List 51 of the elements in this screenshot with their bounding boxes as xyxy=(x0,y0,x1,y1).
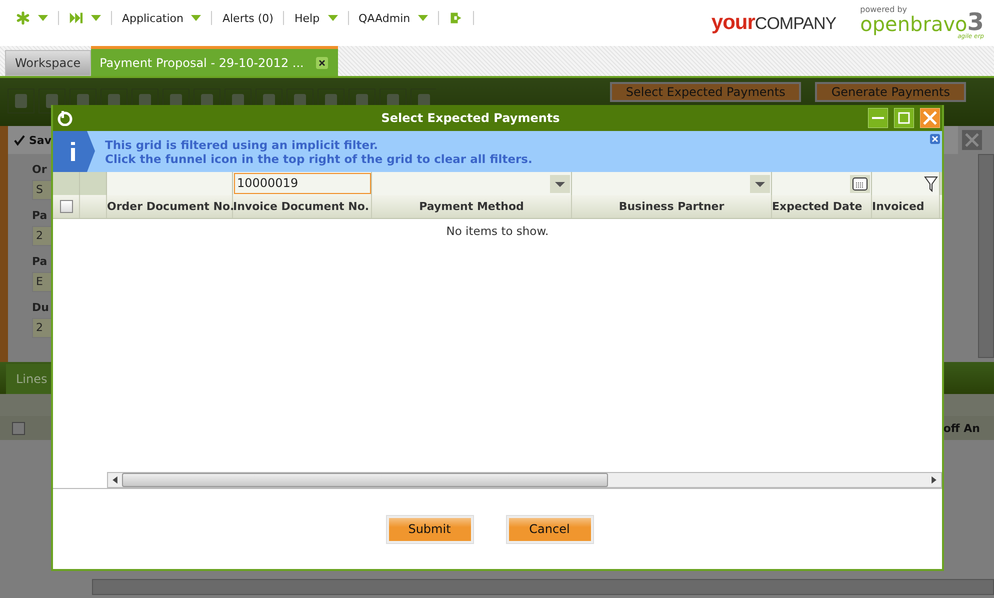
scrollbar[interactable] xyxy=(107,472,942,488)
field-label: Du xyxy=(32,301,50,314)
caret-icon[interactable] xyxy=(418,15,428,21)
dropdown-icon[interactable] xyxy=(750,174,770,192)
nav-menu-item[interactable]: Application xyxy=(122,12,184,24)
caret-icon[interactable] xyxy=(38,15,48,21)
scrollbar[interactable] xyxy=(92,579,994,595)
company-logo: yourCOMPANY xyxy=(711,11,836,35)
field-label: Pa xyxy=(32,255,48,268)
calendar-icon[interactable] xyxy=(850,174,870,192)
maximize-icon[interactable] xyxy=(894,108,914,128)
dialog-title: Select Expected Payments xyxy=(380,111,561,125)
nav-menu-item[interactable]: Alerts (0) xyxy=(222,12,274,24)
check-icon xyxy=(14,134,25,146)
caret-icon[interactable] xyxy=(328,15,338,21)
filter-field[interactable] xyxy=(872,172,940,195)
scrollbar[interactable] xyxy=(978,154,994,358)
nav-menu-item[interactable]: Help xyxy=(294,12,320,24)
empty-message: No items to show. xyxy=(446,224,549,240)
asterisk-icon[interactable] xyxy=(16,11,30,25)
caret-icon[interactable] xyxy=(191,15,202,21)
column-header[interactable]: Payment Method xyxy=(419,200,524,213)
filter-field[interactable] xyxy=(772,172,872,195)
nav-menu-item[interactable]: QAAdmin xyxy=(358,12,410,24)
column-header[interactable]: Order Document No. xyxy=(107,200,234,213)
info-message: This grid is filtered using an implicit filter. xyxy=(105,138,379,152)
logout-icon[interactable] xyxy=(449,11,464,25)
column-header: off An xyxy=(943,422,980,434)
caret-icon[interactable] xyxy=(91,15,101,21)
dialog-button[interactable]: Cancel xyxy=(506,516,592,542)
field-label: Or xyxy=(32,163,48,176)
filter-field[interactable]: 10000019 xyxy=(233,172,372,195)
status-text: Sav xyxy=(29,134,52,146)
minimize-icon[interactable] xyxy=(868,108,888,128)
tab[interactable]: Workspace xyxy=(5,50,91,76)
funnel-icon[interactable] xyxy=(924,176,938,192)
close-icon[interactable] xyxy=(316,56,328,68)
filter-field[interactable] xyxy=(372,172,572,195)
info-message: Click the funnel icon in the top right of the grid to clear all filters. xyxy=(105,152,532,166)
dropdown-icon[interactable] xyxy=(550,174,570,192)
column-header[interactable]: Invoice Document No. xyxy=(233,200,370,213)
checkbox[interactable] xyxy=(60,200,72,213)
column-header[interactable]: Expected Date xyxy=(772,200,862,213)
filter-field[interactable] xyxy=(572,172,772,195)
field-label: Pa xyxy=(32,209,48,222)
column-header[interactable]: Invoiced xyxy=(872,200,924,213)
filter-field[interactable] xyxy=(107,172,233,195)
checkbox[interactable] xyxy=(12,422,25,434)
skip-forward-icon[interactable] xyxy=(69,11,83,25)
column-header[interactable]: Business Partner xyxy=(618,200,724,213)
dialog-button[interactable]: Submit xyxy=(386,516,472,542)
